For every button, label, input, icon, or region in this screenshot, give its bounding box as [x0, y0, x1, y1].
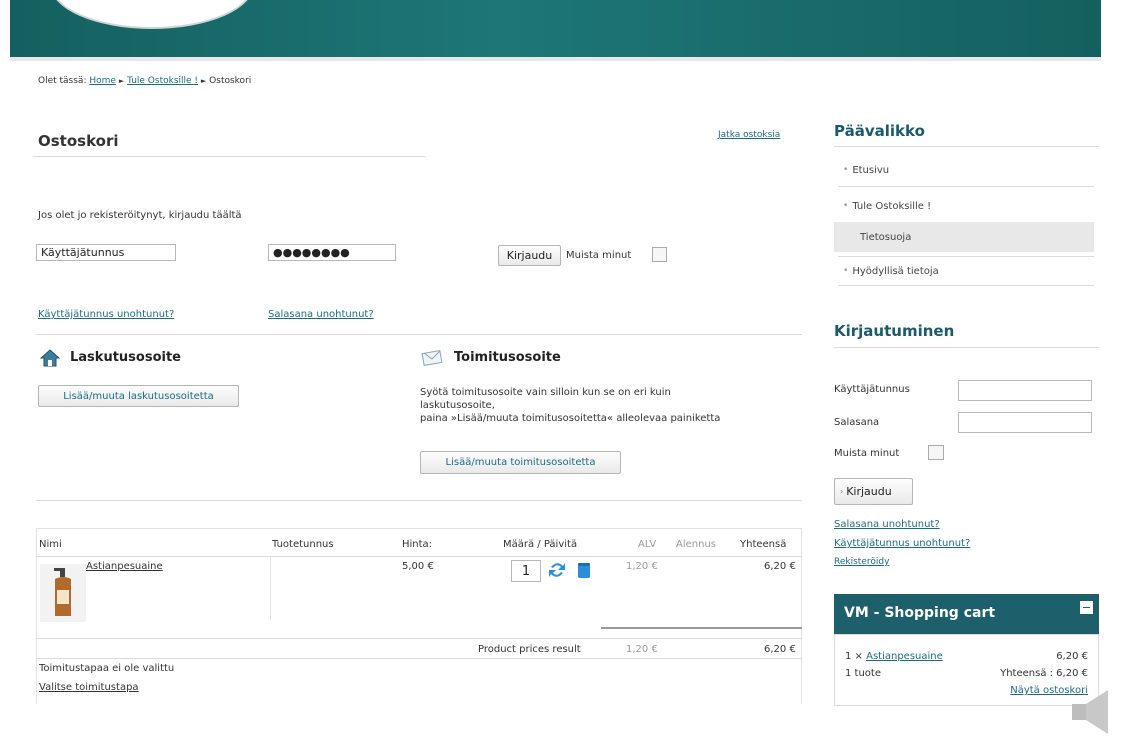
summary-total: 6,20 €	[764, 644, 796, 655]
row-divider	[36, 638, 802, 639]
house-icon	[39, 349, 61, 370]
breadcrumb-home-link[interactable]: Home	[89, 76, 116, 86]
sidebar-forgot-password-link[interactable]: Salasana unohtunut?	[834, 519, 940, 530]
remember-me-label: Muista minut	[566, 250, 632, 261]
login-prompt: Jos olet jo rekisteröitynyt, kirjaudu tä…	[38, 210, 242, 221]
shipping-method-note: Toimitustapaa ei ole valittu	[39, 663, 175, 674]
sidebar-divider	[834, 146, 1099, 147]
username-input[interactable]	[36, 244, 176, 261]
menu-item-shop[interactable]: • Tule Ostoksille !	[834, 195, 1094, 217]
breadcrumb-shop-link[interactable]: Tule Ostoksille !	[127, 76, 198, 86]
billing-address-button[interactable]: Lisää/muuta laskutusosoitetta	[38, 385, 239, 407]
sidebar-password-input[interactable]	[958, 412, 1092, 433]
section-divider	[36, 500, 802, 501]
sidebar-divider	[834, 347, 1099, 348]
menu-divider	[838, 256, 1094, 257]
sidebar-login-button[interactable]: › Kirjaudu	[834, 478, 913, 505]
minus-icon[interactable]	[1080, 601, 1093, 614]
menu-item-useful-info[interactable]: • Hyödyllisä tietoja	[834, 260, 1094, 282]
chevron-right-icon: ›	[840, 487, 844, 496]
register-link[interactable]: Rekisteröidy	[834, 557, 889, 567]
choose-shipping-link[interactable]: Valitse toimitustapa	[39, 682, 139, 693]
menu-item-label: Etusivu	[852, 164, 890, 176]
login-button[interactable]: Kirjaudu	[498, 245, 561, 266]
breadcrumb-separator: ►	[118, 77, 125, 85]
bullet: •	[843, 266, 849, 276]
minicart-title: VM - Shopping cart	[844, 605, 996, 621]
shipping-title: Toimitusosoite	[454, 350, 561, 365]
minicart-body: 1 × Astianpesuaine 6,20 € 1 tuote Yhteen…	[834, 634, 1099, 706]
menu-item-label: Hyödyllisä tietoja	[852, 265, 939, 277]
banner-shadow	[10, 57, 1101, 61]
column-divider	[270, 556, 271, 620]
sidebar-remember-checkbox[interactable]	[928, 445, 944, 460]
column-header-discount: Alennus	[676, 539, 716, 550]
shipping-text-line: paina »Lisää/muuta toimitusosoitetta« al…	[420, 413, 721, 424]
sidebar-remember-label: Muista minut	[834, 448, 900, 459]
remember-me-checkbox[interactable]	[652, 247, 667, 262]
table-row: Astianpesuaine 5,00 € 1,20 € 6,20 €	[36, 556, 802, 638]
main-menu-title: Päävalikko	[834, 122, 925, 140]
password-input[interactable]	[268, 244, 396, 261]
product-vat: 1,20 €	[626, 561, 658, 572]
sidebar-login-label: Kirjaudu	[846, 485, 892, 498]
product-price: 5,00 €	[402, 561, 434, 572]
section-divider	[36, 334, 802, 335]
logo-emblem	[50, 0, 254, 29]
shipping-text-line: Syötä toimitusosoite vain silloin kun se…	[420, 387, 671, 398]
shipping-text-line: laskutusosoite,	[420, 400, 495, 411]
menu-item-label: Tietosuoja	[860, 231, 912, 243]
breadcrumb-separator: ►	[200, 77, 207, 85]
sidebar-username-label: Käyttäjätunnus	[834, 384, 910, 395]
minicart-count: 1 tuote	[845, 668, 881, 679]
breadcrumb: Olet tässä: Home ► Tule Ostoksille ! ► O…	[38, 76, 251, 86]
bullet: •	[843, 201, 849, 211]
header-banner	[10, 0, 1101, 57]
title-divider	[33, 156, 425, 157]
sidebar-username-input[interactable]	[958, 380, 1092, 401]
forgot-password-link[interactable]: Salasana unohtunut?	[268, 309, 374, 320]
login-title: Kirjautuminen	[834, 322, 955, 340]
billing-title: Laskutusosoite	[70, 350, 181, 365]
minicart-header: VM - Shopping cart	[834, 594, 1099, 634]
bullet: •	[843, 165, 849, 175]
shipping-address-button[interactable]: Lisää/muuta toimitusosoitetta	[420, 451, 621, 474]
product-thumbnail	[40, 564, 86, 625]
menu-divider	[838, 285, 1094, 286]
sidebar-password-label: Salasana	[834, 417, 880, 428]
sidebar-forgot-username-link[interactable]: Käyttäjätunnus unohtunut?	[834, 538, 970, 549]
column-header-vat: ALV	[638, 539, 657, 550]
speaker-icon[interactable]	[1070, 688, 1116, 736]
minicart-item-link[interactable]: Astianpesuaine	[866, 651, 943, 662]
subtotal-rule	[601, 627, 802, 629]
minicart-total: Yhteensä : 6,20 €	[1000, 668, 1088, 679]
menu-item-label: Tule Ostoksille !	[852, 200, 932, 212]
delete-icon[interactable]	[577, 561, 591, 582]
column-header-total: Yhteensä	[740, 539, 787, 550]
breadcrumb-current: Ostoskori	[209, 76, 252, 86]
breadcrumb-prefix: Olet tässä:	[38, 76, 87, 86]
page-title: Ostoskori	[38, 132, 119, 150]
column-header-name: Nimi	[39, 539, 62, 550]
product-name-link[interactable]: Astianpesuaine	[86, 561, 163, 572]
column-header-quantity: Määrä / Päivitä	[503, 539, 578, 550]
summary-vat: 1,20 €	[626, 644, 658, 655]
row-divider	[36, 658, 802, 659]
forgot-username-link[interactable]: Käyttäjätunnus unohtunut?	[38, 309, 174, 320]
minicart-item-qty: 1 ×	[845, 651, 863, 662]
refresh-icon[interactable]	[547, 559, 567, 584]
menu-item-home[interactable]: • Etusivu	[834, 159, 1094, 181]
menu-item-privacy[interactable]: Tietosuoja	[834, 222, 1094, 252]
quantity-input[interactable]	[511, 560, 541, 582]
summary-label: Product prices result	[478, 644, 581, 655]
column-header-sku: Tuotetunnus	[272, 539, 334, 550]
minicart-item-price: 6,20 €	[1056, 651, 1088, 662]
minicart-item: 1 × Astianpesuaine	[845, 651, 943, 662]
menu-divider	[838, 186, 1094, 187]
envelope-icon	[420, 348, 444, 369]
column-header-price: Hinta:	[402, 539, 433, 550]
continue-shopping-link[interactable]: Jatka ostoksia	[718, 130, 780, 140]
product-total: 6,20 €	[764, 561, 796, 572]
shipping-instructions: Syötä toimitusosoite vain silloin kun se…	[420, 386, 720, 425]
